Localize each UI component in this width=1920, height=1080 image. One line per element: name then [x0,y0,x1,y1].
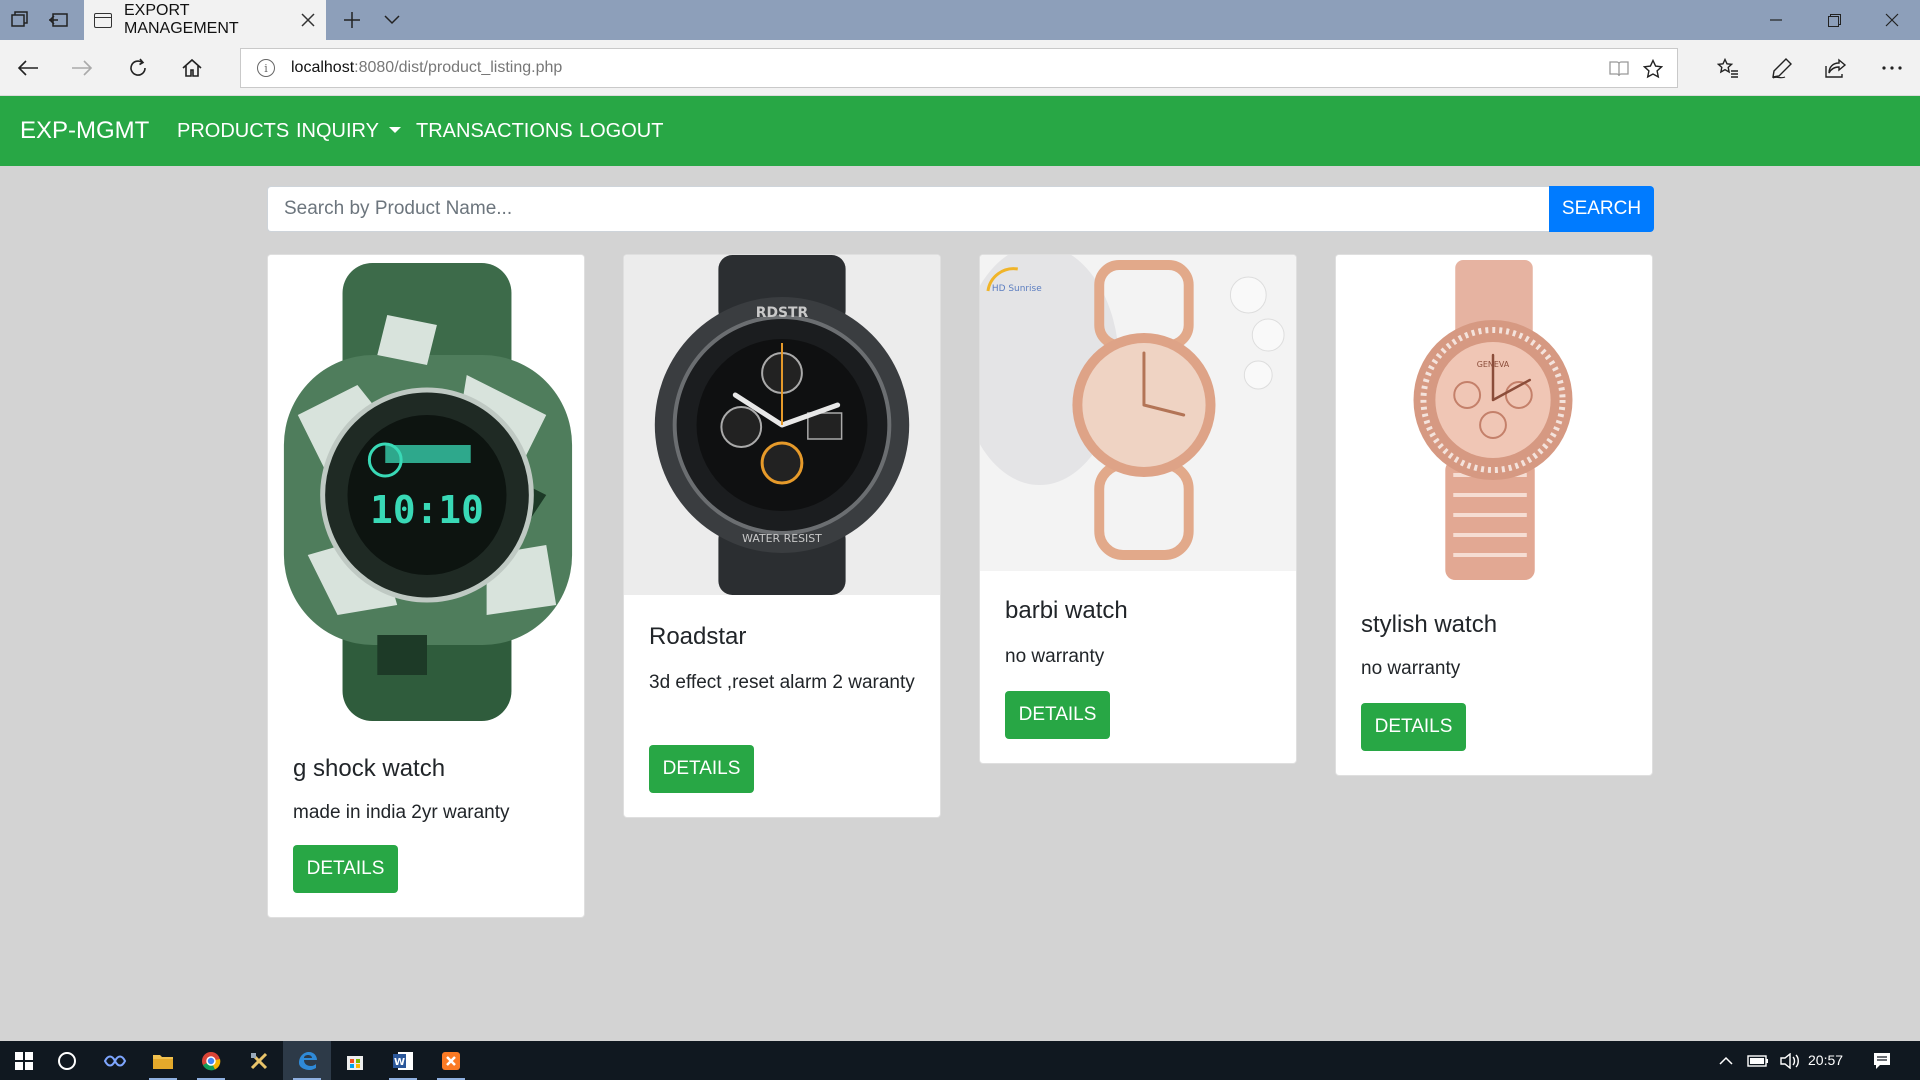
url-host: localhost [291,59,355,76]
tab-manager-icon[interactable] [8,8,32,32]
product-description: 3d effect ,reset alarm 2 waranty [649,672,915,693]
search-button[interactable]: SEARCH [1549,186,1654,232]
task-view-icon[interactable] [91,1041,139,1080]
browser-toolbar: i localhost :8080/dist/product_listing.p… [0,40,1920,96]
windows-start-icon[interactable] [0,1041,48,1080]
edge-browser-icon[interactable] [283,1041,331,1080]
product-image: 10:10 [268,255,584,727]
nav-inquiry-label: INQUIRY [296,120,379,142]
product-name: Roadstar [649,623,747,650]
product-description: made in india 2yr waranty [293,802,510,823]
tools-icon[interactable] [235,1041,283,1080]
page-icon [94,12,112,28]
set-tabs-aside-icon[interactable] [46,8,70,32]
details-button[interactable]: DETAILS [293,845,398,893]
battery-icon[interactable] [1740,1041,1776,1080]
svg-text:HD Sunrise: HD Sunrise [992,284,1042,294]
minimize-icon[interactable] [1748,0,1804,40]
browser-tab[interactable]: EXPORT MANAGEMENT [84,0,326,40]
word-icon[interactable]: W [379,1041,427,1080]
tab-list-chevron-icon[interactable] [380,8,404,32]
close-tab-icon[interactable] [296,8,320,32]
product-card: GENEVA stylish watch no warranty DETAILS [1335,254,1653,776]
svg-text:GENEVA: GENEVA [1477,360,1510,369]
share-icon[interactable] [1820,52,1852,84]
product-image: HD Sunrise [980,255,1296,571]
product-card: RDSTR WATER RESIST Roadstar 3d effect ,r… [623,254,941,818]
site-info-icon[interactable]: i [257,59,275,77]
restore-icon[interactable] [1806,0,1862,40]
action-center-icon[interactable] [1860,1041,1904,1080]
nav-logout[interactable]: LOGOUT [579,96,663,166]
product-description: no warranty [1361,658,1461,679]
url-path: :8080/dist/product_listing.php [354,59,563,76]
home-icon[interactable] [176,52,208,84]
app-navbar: EXP-MGMT PRODUCTS INQUIRY TRANSACTIONS L… [0,96,1920,166]
store-icon[interactable] [331,1041,379,1080]
volume-icon[interactable] [1772,1041,1808,1080]
reading-view-icon[interactable] [1607,57,1631,81]
nav-transactions[interactable]: TRANSACTIONS [416,96,573,166]
cortana-icon[interactable] [43,1041,91,1080]
back-icon[interactable] [12,52,44,84]
details-button[interactable]: DETAILS [649,745,754,793]
details-button[interactable]: DETAILS [1361,703,1466,751]
svg-text:W: W [394,1057,405,1068]
windows-taskbar: W 20:57 [0,1041,1920,1080]
product-card: HD Sunrise barbi watch no warranty DETAI… [979,254,1297,764]
svg-text:WATER RESIST: WATER RESIST [742,532,822,545]
browser-title-bar: EXPORT MANAGEMENT [0,0,1920,40]
details-button[interactable]: DETAILS [1005,691,1110,739]
product-image: RDSTR WATER RESIST [624,255,940,595]
chrome-icon[interactable] [187,1041,235,1080]
address-bar[interactable]: i localhost :8080/dist/product_listing.p… [240,48,1678,88]
svg-text:10:10: 10:10 [370,488,484,532]
search-input[interactable] [267,186,1550,232]
favorite-star-icon[interactable] [1641,57,1665,81]
svg-text:RDSTR: RDSTR [756,305,809,321]
product-name: barbi watch [1005,597,1128,624]
pen-notes-icon[interactable] [1766,52,1798,84]
product-name: stylish watch [1361,611,1498,638]
nav-products[interactable]: PRODUCTS [177,96,289,166]
product-card: 10:10 g shock watch made in india 2yr wa… [267,254,585,918]
xampp-icon[interactable] [427,1041,475,1080]
favorites-list-icon[interactable] [1712,52,1744,84]
brand-logo[interactable]: EXP-MGMT [20,96,149,166]
new-tab-icon[interactable] [340,8,364,32]
show-hidden-icons-chevron-icon[interactable] [1708,1041,1744,1080]
nav-inquiry-dropdown[interactable]: INQUIRY [296,96,401,166]
forward-icon[interactable] [66,52,98,84]
more-options-icon[interactable] [1876,52,1908,84]
close-window-icon[interactable] [1864,0,1920,40]
taskbar-clock[interactable]: 20:57 [1808,1041,1843,1080]
caret-down-icon [388,127,401,134]
file-explorer-icon[interactable] [139,1041,187,1080]
product-image: GENEVA [1336,255,1652,585]
product-name: g shock watch [293,755,446,782]
tab-title: EXPORT MANAGEMENT [124,2,239,37]
refresh-icon[interactable] [122,52,154,84]
product-description: no warranty [1005,646,1105,667]
